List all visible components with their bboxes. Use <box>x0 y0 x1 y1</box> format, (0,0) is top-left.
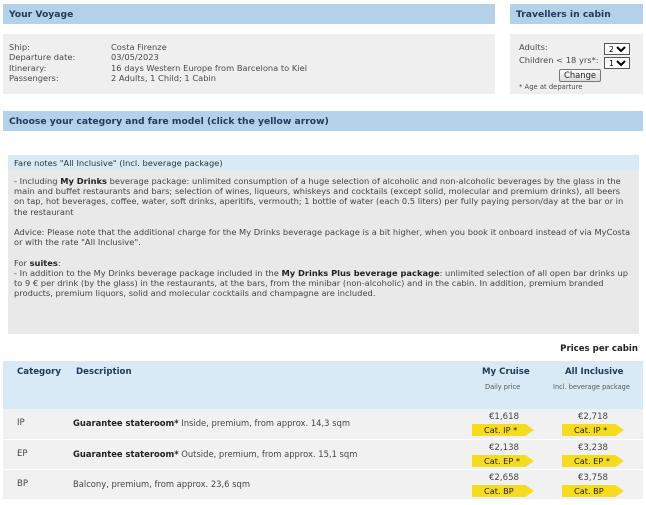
my-drinks-plus-label: My Drinks Plus beverage package <box>281 267 440 278</box>
children-select[interactable]: 1 <box>604 57 630 69</box>
select-allinclusive-arrow[interactable]: Cat. IP * <box>562 424 624 436</box>
mycruise-price: €2,658 <box>488 473 520 483</box>
row-desc-bold: Guarantee stateroom* <box>73 418 179 428</box>
allinclusive-price: €3,758 <box>577 473 609 483</box>
row-category: EP <box>17 449 28 459</box>
children-label: Children < 18 yrs*: <box>519 55 599 65</box>
row-desc-text: Balcony, premium, from approx. 23,6 sqm <box>73 479 250 489</box>
ship-label: Ship: <box>9 42 30 52</box>
category-table: Category Description My Cruise Daily pri… <box>3 361 643 499</box>
table-row: IP Guarantee stateroom* Inside, premium,… <box>3 409 643 439</box>
age-note: * Age at departure <box>519 83 583 91</box>
category-title: Choose your category and fare model (cli… <box>9 115 329 127</box>
adults-label: Adults: <box>519 42 548 52</box>
select-mycruise-arrow[interactable]: Cat. IP * <box>472 424 534 436</box>
mycruise-price: €1,618 <box>488 412 520 422</box>
fare-text: - Including <box>14 176 61 186</box>
table-row: EP Guarantee stateroom* Outside, premium… <box>3 439 643 469</box>
select-allinclusive-arrow[interactable]: Cat. BP <box>562 485 624 497</box>
row-desc-bold: Guarantee stateroom* <box>73 449 179 459</box>
voyage-header: Your Voyage <box>3 4 495 24</box>
ship-value: Costa Firenze <box>111 42 167 52</box>
allinclusive-price: €2,718 <box>577 412 609 422</box>
itinerary-label: Itinerary: <box>9 63 47 73</box>
travellers-title: Travellers in cabin <box>516 8 611 20</box>
table-header: Category Description My Cruise Daily pri… <box>3 361 643 409</box>
table-row: BP Balcony, premium, from approx. 23,6 s… <box>3 469 643 499</box>
fare-paragraph-4: - In addition to the My Drinks beverage … <box>14 268 633 299</box>
allinclusive-price: €3,238 <box>577 443 609 453</box>
fare-notes-title: Fare notes "All Inclusive" (Incl. bevera… <box>14 157 223 168</box>
travellers-panel: Adults: 2 Children < 18 yrs*: 1 Change *… <box>510 34 643 94</box>
col-allinclusive-sub: Incl. beverage package <box>553 383 630 391</box>
row-desc-text: Inside, premium, from approx. 14,3 sqm <box>178 418 350 428</box>
passengers-value: 2 Adults, 1 Child; 1 Cabin <box>111 73 217 83</box>
departure-label: Departure date: <box>9 52 76 62</box>
fare-paragraph-1: - Including My Drinks beverage package: … <box>14 176 633 217</box>
suites-label: suites <box>29 257 58 268</box>
fare-paragraph-3: For suites: <box>14 258 633 268</box>
row-description: Guarantee stateroom* Inside, premium, fr… <box>73 418 350 428</box>
fare-text: - In addition to the My Drinks beverage … <box>14 267 282 278</box>
row-desc-text: Outside, premium, from approx. 15,1 sqm <box>178 449 358 459</box>
prices-per-cabin-label: Prices per cabin <box>560 344 638 354</box>
col-category: Category <box>17 367 61 377</box>
select-mycruise-arrow[interactable]: Cat. EP * <box>472 455 534 467</box>
my-drinks-label: My Drinks <box>60 176 107 186</box>
fare-text: For <box>14 257 30 268</box>
adults-select[interactable]: 2 <box>604 43 630 55</box>
col-allinclusive: All Inclusive <box>565 367 624 377</box>
voyage-title: Your Voyage <box>9 8 74 20</box>
change-button[interactable]: Change <box>559 69 602 82</box>
fare-notes-body: - Including My Drinks beverage package: … <box>8 170 639 334</box>
fare-notes-header: Fare notes "All Inclusive" (Incl. bevera… <box>8 155 639 170</box>
voyage-details: Ship: Costa Firenze Departure date: 03/0… <box>3 34 495 94</box>
category-header: Choose your category and fare model (cli… <box>3 111 643 131</box>
row-description: Balcony, premium, from approx. 23,6 sqm <box>73 479 250 489</box>
col-mycruise: My Cruise <box>482 367 530 377</box>
select-mycruise-arrow[interactable]: Cat. BP <box>472 485 534 497</box>
row-category: IP <box>17 418 25 428</box>
departure-value: 03/05/2023 <box>111 52 159 62</box>
row-description: Guarantee stateroom* Outside, premium, f… <box>73 449 357 459</box>
row-category: BP <box>17 479 29 489</box>
fare-text: : <box>57 257 61 268</box>
fare-paragraph-2: Advice: Please note that the additional … <box>14 227 631 248</box>
mycruise-price: €2,138 <box>488 443 520 453</box>
col-description: Description <box>76 367 132 377</box>
passengers-label: Passengers: <box>9 73 59 83</box>
select-allinclusive-arrow[interactable]: Cat. EP * <box>562 455 624 467</box>
travellers-header: Travellers in cabin <box>510 4 643 24</box>
itinerary-value: 16 days Western Europe from Barcelona to… <box>111 63 307 73</box>
col-mycruise-sub: Daily price <box>485 383 521 391</box>
